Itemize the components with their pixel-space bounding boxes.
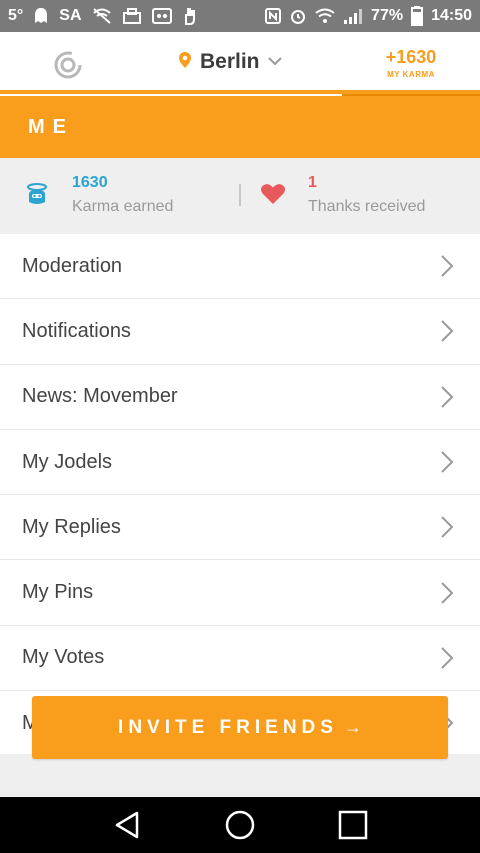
- karma-stat: 1630 Karma earned: [24, 174, 173, 218]
- back-icon: [115, 811, 138, 839]
- menu-item-label: News: Movember: [22, 385, 178, 408]
- hand-icon: [182, 7, 198, 25]
- chevron-right-icon: [441, 516, 454, 539]
- arrow-right-icon: →: [343, 717, 362, 737]
- carrier-label: SA: [59, 7, 82, 24]
- bottom-spacer: [0, 754, 480, 797]
- karma-label: MY KARMA: [387, 70, 435, 79]
- home-button[interactable]: [220, 805, 260, 845]
- status-bar: 5° SA 77% 14:50: [0, 0, 480, 32]
- menu-item-label: Moderation: [22, 254, 123, 277]
- menu-item-label: Notifications: [22, 319, 131, 342]
- thanks-received-label: Thanks received: [308, 198, 426, 215]
- thanks-stat: 1 Thanks received: [260, 174, 425, 218]
- chevron-right-icon: [441, 647, 454, 669]
- menu-list: Moderation Notifications News: Movember …: [0, 234, 480, 757]
- back-button[interactable]: [107, 805, 147, 845]
- chevron-right-icon: [441, 320, 454, 343]
- wifi-off-icon: [92, 7, 112, 25]
- signal-icon: [343, 8, 363, 24]
- karma-ghost-icon: [24, 182, 50, 211]
- thanks-received-value: 1: [308, 174, 317, 191]
- menu-item-notifications[interactable]: Notifications: [0, 299, 480, 365]
- menu-item-label: My Replies: [22, 515, 121, 538]
- heart-icon: [260, 183, 286, 210]
- recents-button[interactable]: [333, 805, 373, 845]
- menu-item-label: My Jodels: [22, 450, 113, 473]
- recents-icon: [339, 810, 368, 840]
- chevron-right-icon: [441, 255, 454, 277]
- karma-earned-label: Karma earned: [72, 198, 174, 215]
- tab-my-karma[interactable]: +1630 MY KARMA: [342, 32, 480, 98]
- location-pin-icon: [178, 51, 192, 74]
- wifi-icon: [315, 8, 335, 24]
- jodel-logo-icon[interactable]: [52, 50, 84, 80]
- temperature: 5°: [8, 7, 24, 24]
- location-name: Berlin: [200, 50, 260, 73]
- alarm-icon: [289, 7, 307, 25]
- menu-item-my-jodels[interactable]: My Jodels: [0, 429, 480, 496]
- karma-earned-value: 1630: [72, 174, 108, 191]
- menu-item-my-replies[interactable]: My Replies: [0, 495, 480, 561]
- menu-item-label: My Pins: [22, 581, 94, 604]
- karma-value: +1630: [385, 47, 437, 67]
- invite-friends-label: INVITE FRIENDS: [118, 716, 338, 738]
- menu-item-moderation[interactable]: Moderation: [0, 234, 480, 300]
- battery-icon: [411, 6, 424, 26]
- menu-item-news-movember[interactable]: News: Movember: [0, 364, 480, 430]
- nfc-icon: [265, 8, 282, 24]
- chevron-right-icon: [441, 386, 454, 408]
- invite-friends-button[interactable]: INVITE FRIENDS →: [32, 696, 448, 759]
- location-selector[interactable]: Berlin: [178, 50, 282, 74]
- clock: 14:50: [431, 7, 472, 24]
- app-bar: Berlin +1630 MY KARMA: [0, 32, 480, 98]
- menu-item-my-pins[interactable]: My Pins: [0, 560, 480, 626]
- page-title: ME: [28, 115, 74, 138]
- voicemail-icon: [151, 8, 172, 24]
- menu-item-label: My Votes: [22, 646, 105, 669]
- ghost-icon: [33, 7, 49, 25]
- chevron-down-icon: [267, 53, 282, 71]
- stats-panel: 1630 Karma earned 1 Thanks received: [0, 158, 480, 234]
- stats-divider: [239, 184, 241, 206]
- network-icon: [122, 7, 142, 25]
- system-nav-bar: [0, 797, 480, 853]
- chevron-right-icon: [441, 581, 454, 604]
- chevron-right-icon: [441, 451, 454, 473]
- section-header: ME: [0, 96, 480, 158]
- menu-item-my-votes[interactable]: My Votes: [0, 625, 480, 692]
- battery-percent: 77%: [371, 7, 404, 24]
- home-icon: [225, 810, 255, 840]
